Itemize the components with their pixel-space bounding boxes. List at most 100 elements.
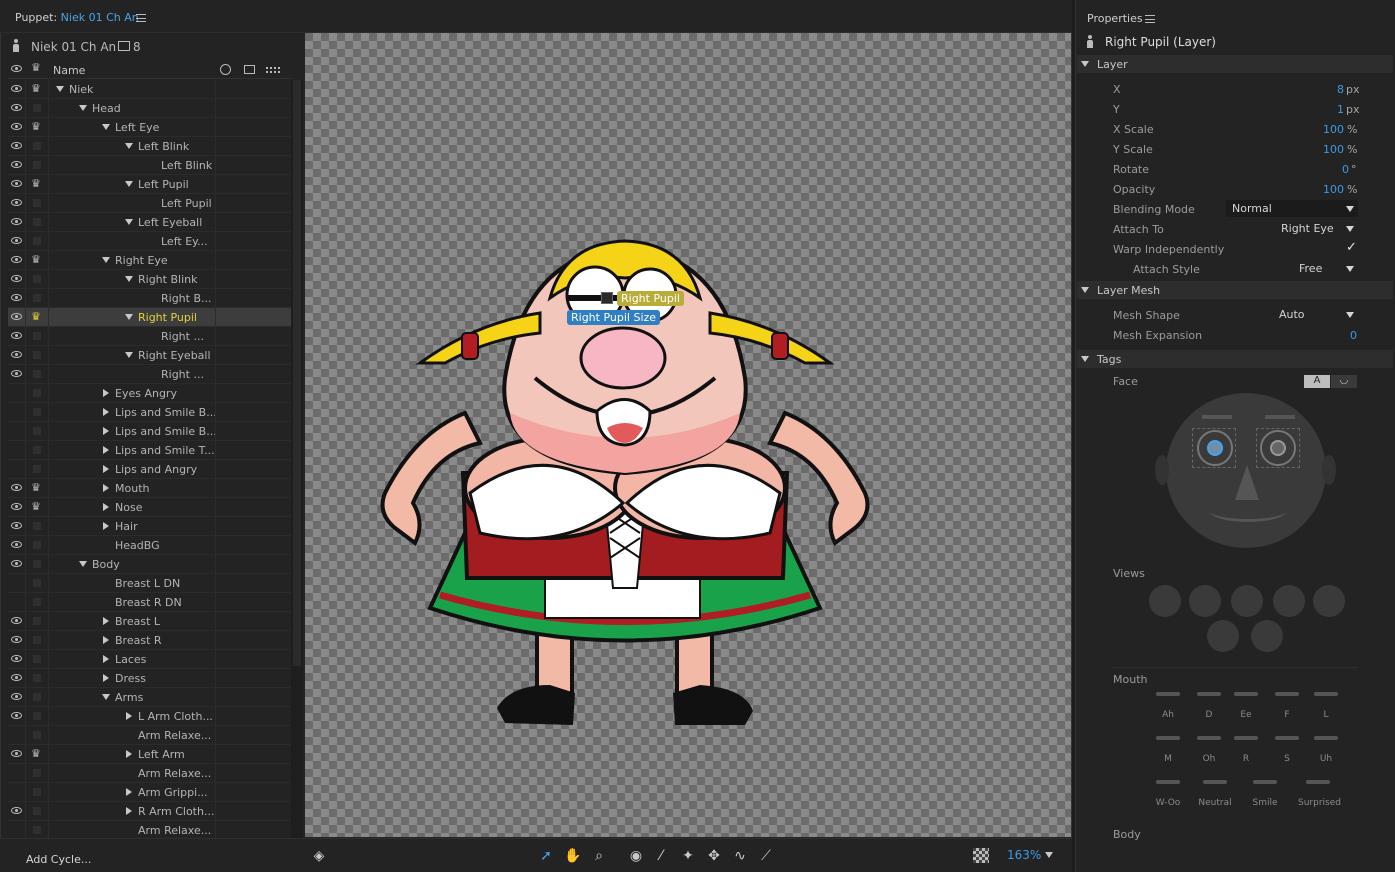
tags-toggle-icon[interactable]: [1081, 356, 1089, 362]
layer-row[interactable]: Left Blink: [8, 137, 291, 156]
visibility-toggle[interactable]: [8, 270, 26, 288]
collapse-toggle-icon[interactable]: [103, 674, 109, 682]
visibility-toggle[interactable]: [8, 118, 26, 136]
layer-mesh-toggle-icon[interactable]: [1081, 287, 1089, 293]
mouth-shape-s-icon[interactable]: [1275, 736, 1299, 740]
crown-toggle[interactable]: ♛: [27, 80, 49, 98]
layer-row[interactable]: HeadBG: [8, 536, 291, 555]
attach-style-select[interactable]: Free: [1293, 260, 1358, 277]
collapse-toggle-icon[interactable]: [103, 655, 109, 663]
layer-row[interactable]: ♛ Right Pupil: [8, 308, 291, 327]
layer-row[interactable]: Breast L DN: [8, 574, 291, 593]
layer-row[interactable]: Lips and Smile B...: [8, 422, 291, 441]
view-down-icon[interactable]: [1251, 620, 1283, 652]
mouth-shape-l-icon[interactable]: [1314, 692, 1338, 696]
view-quarter-right-icon[interactable]: [1231, 585, 1263, 617]
layer-row[interactable]: Right Eyeball: [8, 346, 291, 365]
zoom-level[interactable]: 163%: [1007, 848, 1041, 862]
record-header-icon[interactable]: [220, 64, 231, 75]
right-ear-tag-icon[interactable]: [1322, 455, 1336, 485]
mouth-shape-d-icon[interactable]: [1197, 692, 1221, 696]
collapse-toggle-icon[interactable]: [103, 408, 109, 416]
right-pupil-size-handle-label[interactable]: Right Pupil Size: [567, 310, 661, 325]
layer-row[interactable]: Lips and Angry: [8, 460, 291, 479]
view-up-icon[interactable]: [1207, 620, 1239, 652]
scene-canvas[interactable]: Right Pupil Right Pupil Size: [305, 33, 1071, 837]
crown-toggle[interactable]: [27, 707, 49, 725]
layer-row[interactable]: ♛ Left Eye: [8, 118, 291, 137]
rotate-value[interactable]: 0: [1300, 163, 1349, 176]
expand-toggle-icon[interactable]: [125, 143, 133, 149]
crown-toggle[interactable]: [27, 365, 49, 383]
crown-toggle[interactable]: [27, 99, 49, 117]
crown-toggle[interactable]: [27, 802, 49, 820]
stick-tool-icon[interactable]: ⁄: [653, 848, 669, 864]
collapse-toggle-icon[interactable]: [103, 446, 109, 454]
name-column-header[interactable]: Name: [53, 64, 85, 77]
crown-toggle[interactable]: [27, 213, 49, 231]
expand-toggle-icon[interactable]: [125, 219, 133, 225]
collapse-toggle-icon[interactable]: [103, 503, 109, 511]
visibility-toggle[interactable]: [8, 555, 26, 573]
opacity-value[interactable]: 100: [1300, 183, 1344, 196]
x-value[interactable]: 8: [1300, 83, 1344, 96]
layer-row[interactable]: Right ...: [8, 327, 291, 346]
layer-row[interactable]: Head: [8, 99, 291, 118]
y-scale-value[interactable]: 100: [1300, 143, 1344, 156]
visibility-toggle[interactable]: [8, 156, 26, 174]
expand-toggle-icon[interactable]: [125, 314, 133, 320]
crown-toggle[interactable]: [27, 270, 49, 288]
visibility-toggle[interactable]: [8, 308, 26, 326]
visibility-toggle[interactable]: [8, 650, 26, 668]
mouth-shape-m-icon[interactable]: [1156, 736, 1180, 740]
collapse-toggle-icon[interactable]: [103, 427, 109, 435]
visibility-toggle[interactable]: [8, 498, 26, 516]
crown-header-icon[interactable]: ♛: [31, 62, 42, 73]
crown-toggle[interactable]: [27, 631, 49, 649]
crown-toggle[interactable]: ♛: [27, 251, 49, 269]
mouth-shape-oh-icon[interactable]: [1197, 736, 1221, 740]
crown-toggle[interactable]: [27, 327, 49, 345]
crown-toggle[interactable]: [27, 669, 49, 687]
layer-row[interactable]: ♛ Left Pupil: [8, 175, 291, 194]
expand-toggle-icon[interactable]: [102, 257, 110, 263]
expand-toggle-icon[interactable]: [56, 86, 64, 92]
mesh-expansion-value[interactable]: 0: [1320, 329, 1357, 342]
layer-row[interactable]: Breast L: [8, 612, 291, 631]
collapse-toggle-icon[interactable]: [126, 712, 132, 720]
mouth-shape-neutral-icon[interactable]: [1203, 780, 1227, 784]
right-eyebrow-tag-icon[interactable]: [1265, 415, 1295, 419]
visibility-toggle[interactable]: [8, 137, 26, 155]
crown-toggle[interactable]: [27, 422, 49, 440]
properties-menu-icon[interactable]: [1145, 15, 1155, 23]
origin-tool-icon[interactable]: ◉: [628, 848, 644, 864]
crown-toggle[interactable]: [27, 289, 49, 307]
dragger-tool-icon[interactable]: ✥: [706, 848, 722, 864]
crown-toggle[interactable]: [27, 783, 49, 801]
tree-scrollbar[interactable]: [291, 80, 303, 840]
transparency-grid-icon[interactable]: [973, 848, 989, 863]
left-eyebrow-tag-icon[interactable]: [1202, 415, 1232, 419]
collapse-toggle-icon[interactable]: [103, 484, 109, 492]
x-scale-value[interactable]: 100: [1300, 123, 1344, 136]
measure-tool-icon[interactable]: ⟋: [758, 848, 774, 864]
face-tag-visual-mode-icon[interactable]: ◡: [1331, 375, 1357, 388]
properties-tab[interactable]: Properties: [1087, 12, 1143, 25]
layer-row[interactable]: Right Blink: [8, 270, 291, 289]
mouth-tag-icon[interactable]: [1210, 500, 1286, 522]
add-cycle-button[interactable]: Add Cycle...: [26, 853, 91, 866]
collapse-toggle-icon[interactable]: [103, 617, 109, 625]
view-quarter-left-icon[interactable]: [1189, 585, 1221, 617]
visibility-toggle[interactable]: [8, 327, 26, 345]
visibility-toggle[interactable]: [8, 821, 26, 839]
visibility-toggle[interactable]: [8, 441, 26, 459]
tree-scrollbar-thumb[interactable]: [293, 80, 301, 666]
layer-row[interactable]: Body: [8, 555, 291, 574]
select-tool-icon[interactable]: ➚: [538, 848, 554, 864]
crown-toggle[interactable]: [27, 441, 49, 459]
visibility-toggle[interactable]: [8, 688, 26, 706]
visibility-toggle[interactable]: [8, 764, 26, 782]
visibility-toggle[interactable]: [8, 745, 26, 763]
left-pupil-tag-icon[interactable]: [1207, 440, 1223, 456]
layer-row[interactable]: Hair: [8, 517, 291, 536]
